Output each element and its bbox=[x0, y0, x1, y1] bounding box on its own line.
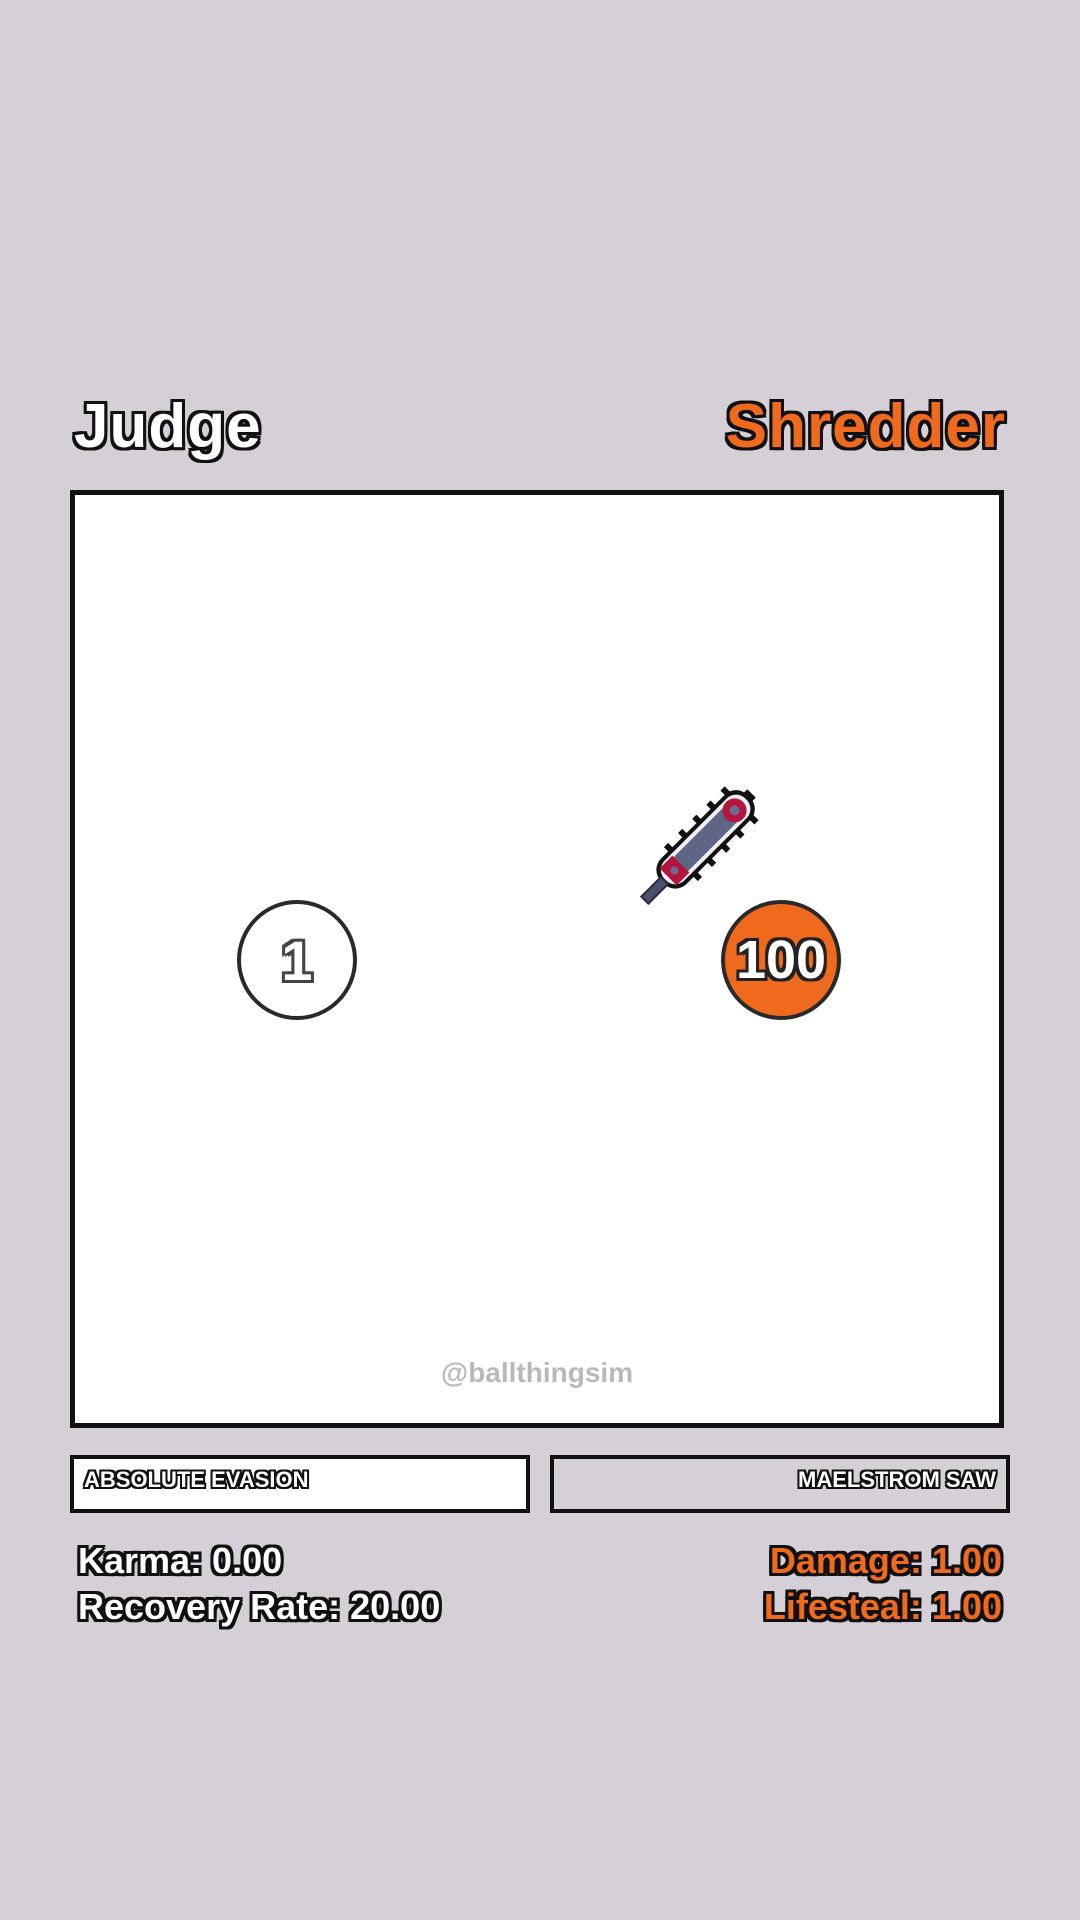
player-right-ball-value: 100 bbox=[735, 930, 827, 990]
stat-karma: Karma: 0.00 bbox=[78, 1540, 283, 1581]
stat-damage: Damage: 1.00 bbox=[769, 1540, 1002, 1581]
stats-right: Damage: 1.00 Lifesteal: 1.00 bbox=[764, 1538, 1002, 1630]
ability-left-label: ABSOLUTE EVASION bbox=[84, 1467, 309, 1492]
stats-left: Karma: 0.00 Recovery Rate: 20.00 bbox=[78, 1538, 440, 1630]
stat-recovery-rate: Recovery Rate: 20.00 bbox=[78, 1586, 441, 1627]
chainsaw-icon bbox=[639, 786, 759, 906]
ability-box-right: MAELSTROM SAW bbox=[550, 1455, 1010, 1513]
player-left-ball-value: 1 bbox=[281, 928, 313, 992]
stat-lifesteal: Lifesteal: 1.00 bbox=[763, 1586, 1002, 1627]
ability-box-left: ABSOLUTE EVASION bbox=[70, 1455, 530, 1513]
watermark: @ballthingsim bbox=[440, 1357, 634, 1388]
player-right-name: Shredder bbox=[725, 392, 1006, 461]
battle-arena: 1 100 @ballthingsim bbox=[70, 490, 1004, 1428]
ability-right-label: MAELSTROM SAW bbox=[798, 1467, 996, 1492]
player-right-ball: 100 bbox=[721, 900, 841, 1020]
player-left-ball: 1 bbox=[237, 900, 357, 1020]
player-left-name: Judge bbox=[74, 392, 262, 461]
